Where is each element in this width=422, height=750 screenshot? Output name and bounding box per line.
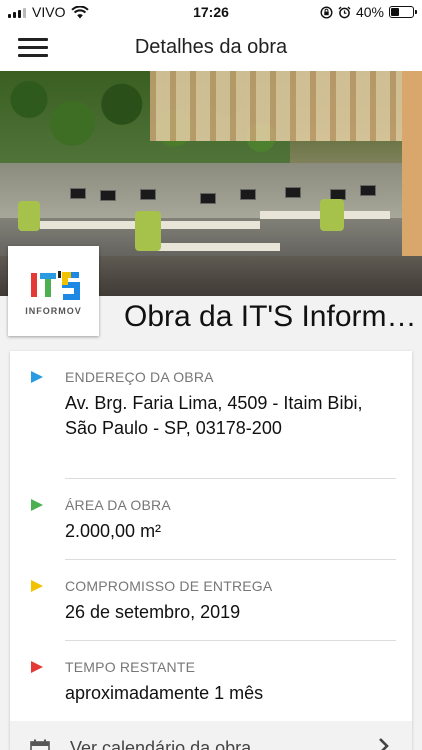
page-title: Detalhes da obra	[134, 36, 288, 58]
orientation-lock-icon	[320, 5, 333, 19]
chevron-right-icon	[379, 738, 389, 750]
battery-percent: 40%	[355, 4, 384, 20]
area-label: ÁREA DA OBRA	[65, 497, 171, 513]
divider	[65, 559, 396, 560]
delivery-value: 26 de setembro, 2019	[65, 602, 241, 622]
project-details-card: ENDEREÇO DA OBRA Av. Brg. Faria Lima, 45…	[10, 351, 412, 750]
address-label: ENDEREÇO DA OBRA	[65, 369, 214, 385]
divider	[65, 640, 396, 641]
remaining-value: aproximadamente 1 mês	[65, 683, 264, 703]
delivery-marker-icon	[31, 580, 43, 592]
screen: VIVO 17:26 40% Detalhes da obra INFORMOV…	[0, 0, 422, 750]
nav-bar: Detalhes da obra	[0, 24, 422, 71]
alarm-icon	[338, 6, 351, 18]
delivery-label: COMPROMISSO DE ENTREGA	[65, 578, 273, 594]
area-marker-icon	[31, 499, 43, 511]
remaining-marker-icon	[31, 661, 43, 673]
logo-text: INFORMOV	[25, 305, 82, 316]
remaining-label: TEMPO RESTANTE	[65, 659, 196, 675]
battery-icon	[389, 6, 417, 18]
project-title: Obra da IT'S Inform…	[124, 300, 417, 333]
address-value: Av. Brg. Faria Lima, 4509 - Itaim Bibi, …	[65, 393, 363, 438]
area-value: 2.000,00 m²	[65, 521, 162, 541]
divider	[65, 478, 396, 479]
its-logo-mark	[30, 270, 80, 300]
battery-level	[391, 8, 400, 16]
address-marker-icon	[31, 371, 43, 383]
view-calendar-button[interactable]: Ver calendário da obra	[10, 721, 412, 750]
view-calendar-label: Ver calendário da obra	[70, 738, 252, 750]
status-bar: VIVO 17:26 40%	[0, 0, 422, 24]
calendar-icon	[30, 739, 50, 750]
company-logo: INFORMOV	[8, 246, 99, 336]
